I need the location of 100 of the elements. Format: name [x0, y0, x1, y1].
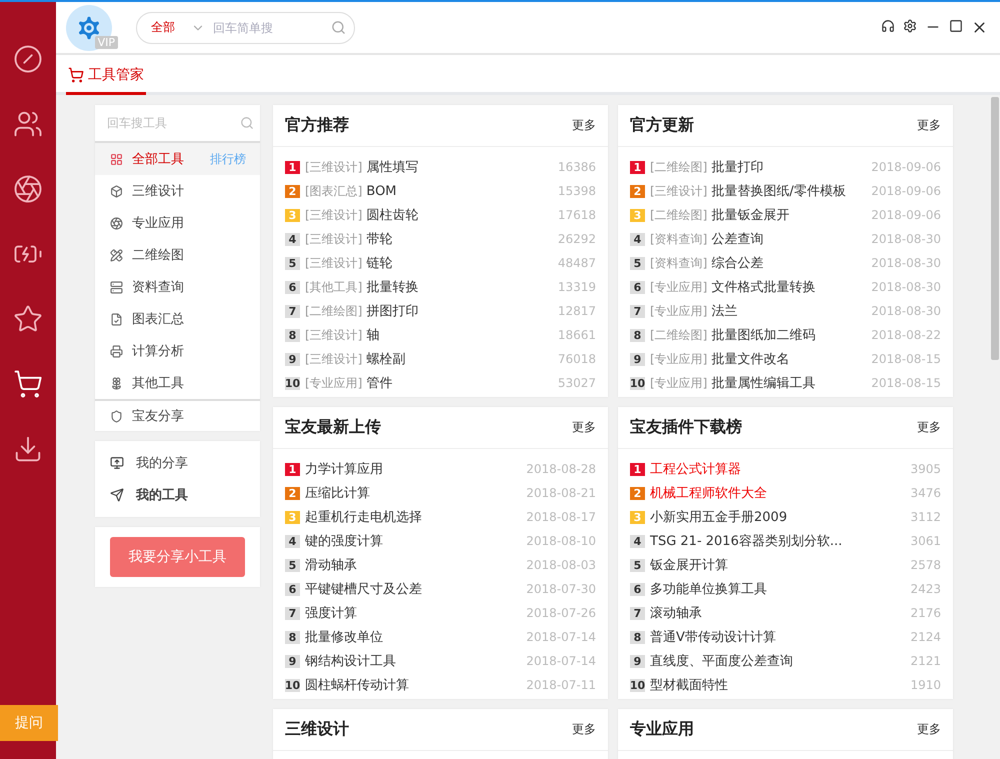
tool-link[interactable]: 圆柱齿轮 [366, 206, 418, 224]
more-link[interactable]: 更多 [917, 721, 941, 738]
date-text: 2018-07-14 [526, 654, 596, 668]
tool-link[interactable]: BOM [366, 184, 397, 198]
rank-badge: 1 [285, 462, 300, 476]
my-item[interactable]: 我的分享 [95, 447, 260, 479]
category-tag: [三维设计] [305, 158, 362, 176]
tool-link[interactable]: 批量打印 [711, 158, 764, 176]
count-text: 26292 [558, 232, 596, 246]
date-text: 2018-08-22 [871, 328, 941, 342]
category-item[interactable]: 图表汇总 [95, 303, 260, 335]
tool-link[interactable]: 起重机行走电机选择 [305, 508, 422, 526]
date-text: 2018-08-30 [871, 304, 941, 318]
tool-link[interactable]: 批量图纸加二维码 [711, 326, 816, 344]
tool-link[interactable]: 批量修改单位 [305, 628, 383, 646]
count-text: 53027 [558, 376, 596, 390]
category-item[interactable]: 全部工具 排行榜 [95, 143, 260, 175]
tool-link[interactable]: 拼图打印 [366, 302, 418, 320]
tool-link[interactable]: 批量替换图纸/零件模板 [711, 182, 846, 200]
count-text: 2121 [910, 654, 941, 668]
date-text: 2018-08-15 [871, 352, 941, 366]
search-field[interactable]: 全部 回车简单搜 [136, 12, 355, 44]
rank-badge: 8 [285, 328, 300, 342]
count-text: 2578 [910, 558, 941, 572]
rank-badge: 3 [630, 208, 645, 222]
rank-badge: 8 [285, 630, 300, 644]
more-link[interactable]: 更多 [572, 419, 596, 436]
category-tag: [图表汇总] [305, 182, 362, 200]
tool-link[interactable]: 批量转换 [366, 278, 418, 296]
more-link[interactable]: 更多 [917, 419, 941, 436]
date-text: 2018-09-06 [871, 208, 941, 222]
tool-link[interactable]: 滑动轴承 [305, 556, 357, 574]
send-icon [110, 488, 124, 502]
tab[interactable]: 工具管家 [66, 58, 146, 95]
cube-icon [110, 184, 123, 198]
date-text: 2018-09-06 [871, 184, 941, 198]
tool-link[interactable]: 钣金展开计算 [650, 556, 728, 574]
tool-link[interactable]: 键的强度计算 [305, 532, 383, 550]
tool-link[interactable]: 钢结构设计工具 [305, 652, 396, 670]
my-item[interactable]: 我的工具 [95, 479, 260, 511]
tool-link[interactable]: 属性填写 [366, 158, 418, 176]
tool-link[interactable]: 带轮 [366, 230, 392, 248]
printer-icon [110, 344, 123, 358]
tool-link[interactable]: 法兰 [711, 302, 738, 320]
date-text: 2018-08-28 [526, 462, 596, 476]
tool-link[interactable]: 强度计算 [305, 604, 357, 622]
category-item[interactable]: 其他工具 [95, 367, 260, 399]
rank-badge: 5 [285, 256, 300, 270]
tool-link[interactable]: 链轮 [366, 254, 392, 272]
tool-link[interactable]: TSG 21- 2016容器类别划分软... [650, 532, 842, 550]
tool-link[interactable]: 批量钣金展开 [711, 206, 790, 224]
category-item[interactable]: 二维绘图 [95, 239, 260, 271]
tool-link[interactable]: 文件格式批量转换 [711, 278, 816, 296]
category-tag: [二维绘图] [305, 302, 362, 320]
date-text: 2018-08-17 [526, 510, 596, 524]
rank-badge: 2 [285, 184, 300, 198]
tool-link[interactable]: 公差查询 [711, 230, 764, 248]
rank-badge: 1 [630, 160, 645, 174]
category-tag: [三维设计] [305, 230, 362, 248]
tool-link[interactable]: 轴 [366, 326, 380, 344]
date-text: 2018-08-30 [871, 256, 941, 270]
tool-link[interactable]: 批量文件改名 [711, 350, 790, 368]
count-text: 18661 [558, 328, 596, 342]
category-tag: [三维设计] [305, 206, 362, 224]
category-item[interactable]: 三维设计 [95, 175, 260, 207]
tool-link[interactable]: 普通V带传动设计计算 [650, 628, 776, 646]
rank-badge: 9 [630, 654, 645, 668]
count-text: 15398 [558, 184, 596, 198]
tool-link[interactable]: 滚动轴承 [650, 604, 702, 622]
tool-link[interactable]: 直线度、平面度公差查询 [650, 652, 793, 670]
tool-link[interactable]: 平键键槽尺寸及公差 [305, 580, 422, 598]
rank-badge: 1 [630, 462, 645, 476]
more-link[interactable]: 更多 [917, 117, 941, 134]
rank-badge: 6 [285, 280, 300, 294]
category-item[interactable]: 专业应用 [95, 207, 260, 239]
tool-link[interactable]: 多功能单位换算工具 [650, 580, 767, 598]
category-item[interactable]: 资料查询 [95, 271, 260, 303]
rank-badge: 3 [285, 510, 300, 524]
rank-badge: 7 [285, 304, 300, 318]
tool-link[interactable]: 工程公式计算器 [650, 460, 741, 478]
scope-label[interactable]: 全部 [151, 19, 175, 36]
category-item[interactable]: 计算分析 [95, 335, 260, 367]
tool-link[interactable]: 机械工程师软件大全 [650, 484, 767, 502]
tool-link[interactable]: 型材截面特性 [650, 676, 728, 694]
search-icon[interactable] [331, 20, 346, 35]
rank-badge: 4 [630, 534, 645, 548]
cart-icon [68, 67, 84, 83]
tool-link[interactable]: 小新实用五金手册2009 [650, 508, 788, 526]
tool-link[interactable]: 圆柱蜗杆传动计算 [305, 676, 409, 694]
category-item[interactable]: 宝友分享 [95, 399, 260, 431]
tool-link[interactable]: 批量属性编辑工具 [711, 374, 816, 392]
more-link[interactable]: 更多 [572, 117, 596, 134]
tool-link[interactable]: 压缩比计算 [305, 484, 370, 502]
more-link[interactable]: 更多 [572, 721, 596, 738]
tool-link[interactable]: 综合公差 [711, 254, 764, 272]
tool-link[interactable]: 螺栓副 [366, 350, 406, 368]
tool-link[interactable]: 力学计算应用 [305, 460, 383, 478]
date-text: 2018-08-30 [871, 280, 941, 294]
tool-link[interactable]: 管件 [366, 374, 392, 392]
date-text: 2018-07-30 [526, 582, 596, 596]
